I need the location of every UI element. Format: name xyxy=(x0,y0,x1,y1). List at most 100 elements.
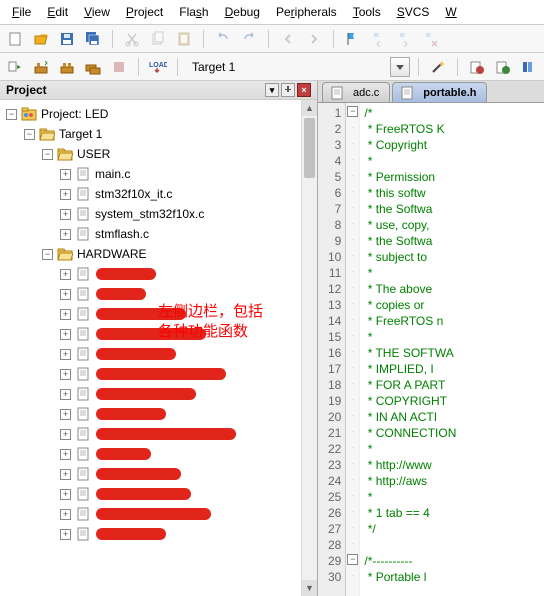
fold-marker[interactable]: · xyxy=(346,215,359,231)
tree-file[interactable]: + xyxy=(0,444,317,464)
open-icon[interactable] xyxy=(30,28,52,50)
tree-toggler-icon[interactable]: + xyxy=(60,469,71,480)
menu-edit[interactable]: Edit xyxy=(39,2,76,22)
options-target-icon[interactable] xyxy=(466,56,488,78)
tree-file[interactable]: +stm32f10x_it.c xyxy=(0,184,317,204)
fold-marker[interactable]: · xyxy=(346,535,359,551)
fold-marker[interactable]: · xyxy=(346,327,359,343)
download-icon[interactable]: LOAD xyxy=(147,56,169,78)
copy-icon[interactable] xyxy=(147,28,169,50)
tree-toggler-icon[interactable]: + xyxy=(60,489,71,500)
tree-toggler-icon[interactable]: + xyxy=(60,269,71,280)
target-dropdown-icon[interactable] xyxy=(390,57,410,77)
fold-marker[interactable]: · xyxy=(346,135,359,151)
tree-file[interactable]: +system_stm32f10x.c xyxy=(0,204,317,224)
fold-marker[interactable]: · xyxy=(346,167,359,183)
tree-toggler-icon[interactable]: + xyxy=(60,389,71,400)
tree-toggler-icon[interactable]: + xyxy=(60,169,71,180)
tree-toggler-icon[interactable]: + xyxy=(60,429,71,440)
stop-build-icon[interactable] xyxy=(108,56,130,78)
fold-marker[interactable]: · xyxy=(346,471,359,487)
tree-toggler-icon[interactable]: + xyxy=(60,309,71,320)
fold-marker[interactable]: · xyxy=(346,519,359,535)
paste-icon[interactable] xyxy=(173,28,195,50)
menu-project[interactable]: Project xyxy=(118,2,171,22)
rebuild-icon[interactable] xyxy=(56,56,78,78)
fold-marker[interactable]: · xyxy=(346,295,359,311)
manage-books-icon[interactable] xyxy=(518,56,540,78)
tree-toggler-icon[interactable]: + xyxy=(60,409,71,420)
fold-marker[interactable]: · xyxy=(346,119,359,135)
menu-flash[interactable]: Flash xyxy=(171,2,216,22)
cut-icon[interactable] xyxy=(121,28,143,50)
save-all-icon[interactable] xyxy=(82,28,104,50)
build-icon[interactable] xyxy=(30,56,52,78)
tree-toggler-icon[interactable]: + xyxy=(60,289,71,300)
fold-marker[interactable]: · xyxy=(346,423,359,439)
tree-target[interactable]: −Target 1 xyxy=(0,124,317,144)
scroll-thumb[interactable] xyxy=(304,118,315,178)
tree-file[interactable]: + xyxy=(0,284,317,304)
fold-marker[interactable]: · xyxy=(346,375,359,391)
new-icon[interactable] xyxy=(4,28,26,50)
fold-marker[interactable]: − xyxy=(346,551,359,567)
scroll-up-icon[interactable]: ▲ xyxy=(302,100,317,116)
fold-marker[interactable]: · xyxy=(346,311,359,327)
tree-toggler-icon[interactable]: − xyxy=(6,109,17,120)
fold-marker[interactable]: · xyxy=(346,247,359,263)
panel-pin-icon[interactable] xyxy=(281,83,295,97)
bookmark-next-icon[interactable] xyxy=(394,28,416,50)
menu-tools[interactable]: Tools xyxy=(345,2,389,22)
tree-file[interactable]: +stmflash.c xyxy=(0,224,317,244)
fold-marker[interactable]: · xyxy=(346,407,359,423)
menu-window[interactable]: W xyxy=(437,2,464,22)
panel-close-icon[interactable]: × xyxy=(297,83,311,97)
menu-file[interactable]: File xyxy=(4,2,39,22)
wand-icon[interactable] xyxy=(427,56,449,78)
tree-toggler-icon[interactable]: + xyxy=(60,349,71,360)
tree-toggler-icon[interactable]: + xyxy=(60,329,71,340)
undo-icon[interactable] xyxy=(212,28,234,50)
fold-marker[interactable]: · xyxy=(346,231,359,247)
bookmark-prev-icon[interactable] xyxy=(368,28,390,50)
fold-column[interactable]: −···························−· xyxy=(346,103,360,596)
fold-marker[interactable]: · xyxy=(346,567,359,583)
tree-project-root[interactable]: −Project: LED xyxy=(0,104,317,124)
fold-marker[interactable]: · xyxy=(346,343,359,359)
fold-marker[interactable]: · xyxy=(346,279,359,295)
tree-toggler-icon[interactable]: + xyxy=(60,369,71,380)
scroll-down-icon[interactable]: ▼ xyxy=(302,580,317,596)
target-selector[interactable]: Target 1 xyxy=(186,57,316,77)
tree-toggler-icon[interactable]: − xyxy=(42,249,53,260)
nav-fwd-icon[interactable] xyxy=(303,28,325,50)
tree-toggler-icon[interactable]: + xyxy=(60,529,71,540)
fold-marker[interactable]: · xyxy=(346,487,359,503)
nav-back-icon[interactable] xyxy=(277,28,299,50)
menu-debug[interactable]: Debug xyxy=(217,2,268,22)
tree-toggler-icon[interactable]: + xyxy=(60,189,71,200)
menu-peripherals[interactable]: Peripherals xyxy=(268,2,345,22)
tree-toggler-icon[interactable]: − xyxy=(42,149,53,160)
editor-tab[interactable]: portable.h xyxy=(392,82,487,102)
tree-toggler-icon[interactable]: − xyxy=(24,129,35,140)
fold-marker[interactable]: · xyxy=(346,359,359,375)
project-tree[interactable]: −Project: LED−Target 1−USER+main.c+stm32… xyxy=(0,100,317,596)
tree-toggler-icon[interactable]: + xyxy=(60,509,71,520)
tree-group-user[interactable]: −USER xyxy=(0,144,317,164)
fold-marker[interactable]: · xyxy=(346,455,359,471)
panel-menu-icon[interactable]: ▾ xyxy=(265,83,279,97)
fold-marker[interactable]: · xyxy=(346,503,359,519)
editor-tab[interactable]: adc.c xyxy=(322,82,390,102)
fold-marker[interactable]: · xyxy=(346,439,359,455)
redo-icon[interactable] xyxy=(238,28,260,50)
translate-icon[interactable] xyxy=(4,56,26,78)
fold-marker[interactable]: · xyxy=(346,151,359,167)
bookmark-flag-icon[interactable] xyxy=(342,28,364,50)
tree-toggler-icon[interactable]: + xyxy=(60,209,71,220)
fold-marker[interactable]: · xyxy=(346,263,359,279)
tree-file[interactable]: +main.c xyxy=(0,164,317,184)
tree-group-hardware[interactable]: −HARDWARE xyxy=(0,244,317,264)
fold-marker[interactable]: · xyxy=(346,199,359,215)
tree-toggler-icon[interactable]: + xyxy=(60,449,71,460)
menu-svcs[interactable]: SVCS xyxy=(389,2,438,22)
